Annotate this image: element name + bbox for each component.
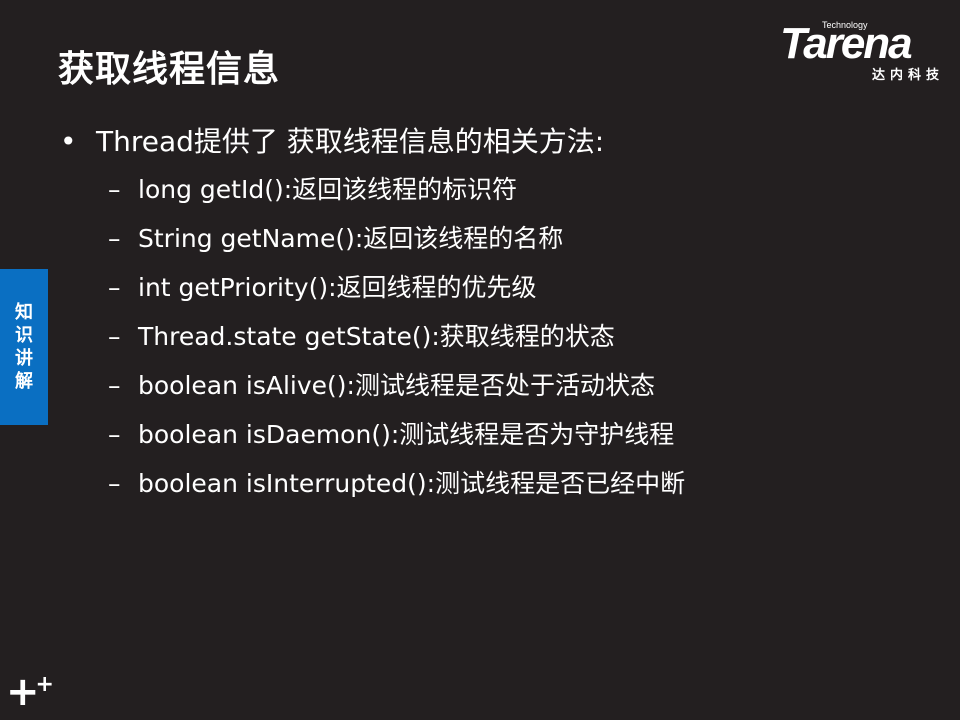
list-item: – boolean isDaemon():测试线程是否为守护线程 <box>108 413 685 462</box>
item-text: Thread.state getState():获取线程的状态 <box>138 322 615 351</box>
list-item: – long getId():返回该线程的标识符 <box>108 168 685 217</box>
logo-brand: Tarena <box>780 19 913 68</box>
dash-icon: – <box>108 420 121 449</box>
list-item: – int getPriority():返回线程的优先级 <box>108 266 685 315</box>
side-tab-char: 讲 <box>15 348 33 369</box>
dash-icon: – <box>108 175 121 204</box>
item-text: int getPriority():返回线程的优先级 <box>138 273 537 302</box>
dash-icon: – <box>108 322 121 351</box>
list-item: – Thread.state getState():获取线程的状态 <box>108 315 685 364</box>
dash-icon: – <box>108 224 121 253</box>
plus-icon: ++ <box>6 669 54 715</box>
side-tab-char: 解 <box>15 371 33 392</box>
tarena-logo: Technology Tarena 达内科技 <box>780 19 950 83</box>
main-bullet: • Thread提供了 获取线程信息的相关方法: <box>60 120 604 160</box>
side-tab-char: 识 <box>15 325 33 346</box>
slide-title: 获取线程信息 <box>58 49 281 90</box>
bullet-dot-icon: • <box>60 125 77 158</box>
bullet-text: Thread提供了 获取线程信息的相关方法: <box>96 125 605 158</box>
list-item: – boolean isInterrupted():测试线程是否已经中断 <box>108 462 685 511</box>
item-text: boolean isDaemon():测试线程是否为守护线程 <box>138 420 675 449</box>
list-item: – boolean isAlive():测试线程是否处于活动状态 <box>108 364 685 413</box>
method-list: – long getId():返回该线程的标识符 – String getName(… <box>108 168 685 511</box>
side-tab-knowledge: 知 识 讲 解 <box>0 269 48 425</box>
dash-icon: – <box>108 273 121 302</box>
list-item: – String getName():返回该线程的名称 <box>108 217 685 266</box>
item-text: boolean isAlive():测试线程是否处于活动状态 <box>138 371 655 400</box>
logo-chinese: 达内科技 <box>871 68 944 83</box>
side-tab-char: 知 <box>15 302 33 323</box>
item-text: boolean isInterrupted():测试线程是否已经中断 <box>138 469 686 498</box>
item-text: long getId():返回该线程的标识符 <box>138 175 518 204</box>
item-text: String getName():返回该线程的名称 <box>138 224 564 253</box>
dash-icon: – <box>108 371 121 400</box>
dash-icon: – <box>108 469 121 498</box>
